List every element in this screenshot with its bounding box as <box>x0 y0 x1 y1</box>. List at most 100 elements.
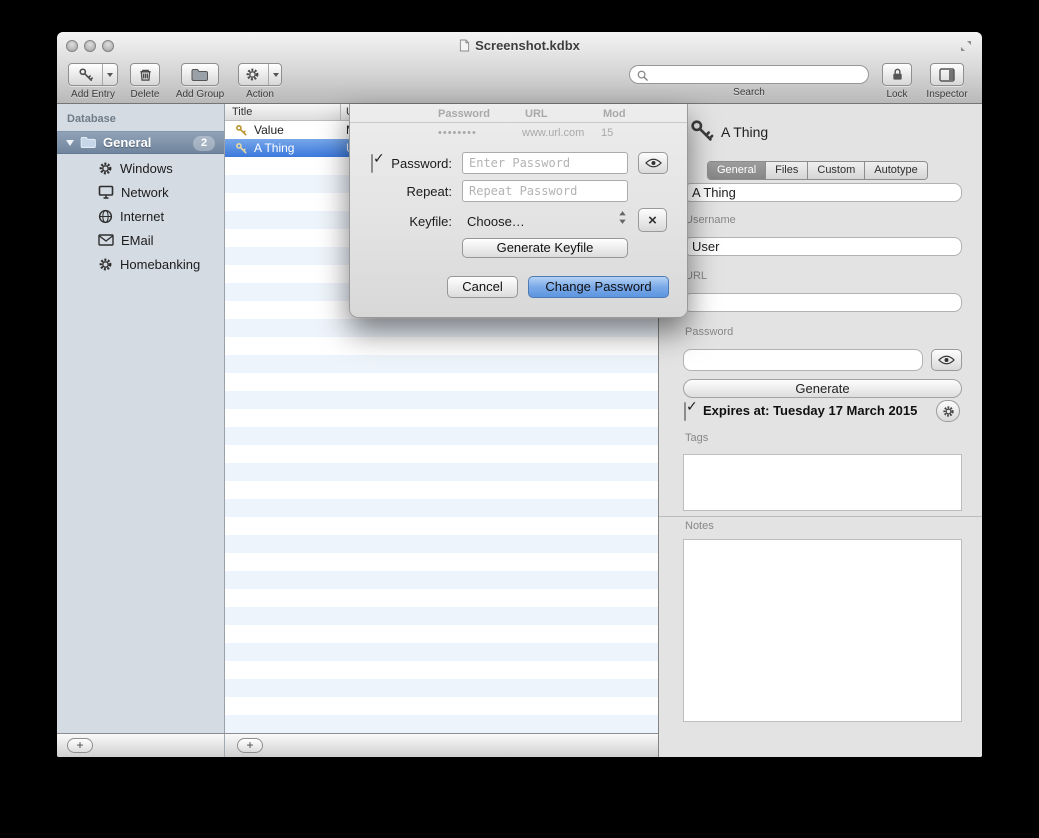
tab-files[interactable]: Files <box>765 162 807 179</box>
sidebar-item-label: Internet <box>120 209 164 224</box>
change-password-button[interactable]: Change Password <box>528 276 669 298</box>
gear-icon <box>245 67 260 82</box>
column-header-title[interactable]: Title <box>232 106 252 118</box>
add-entry-plus-button[interactable]: + <box>237 738 263 753</box>
sidebar-item-label: EMail <box>121 233 154 248</box>
ghost-column-password: Password <box>438 108 490 120</box>
envelope-icon <box>98 234 114 246</box>
globe-icon <box>98 209 113 224</box>
tab-general[interactable]: General <box>708 162 765 179</box>
bottom-bar: + + <box>57 733 658 757</box>
ghost-header-divider <box>350 122 687 123</box>
add-entry-dropdown[interactable] <box>102 64 117 85</box>
password-field[interactable] <box>683 349 923 371</box>
document-icon <box>459 39 470 52</box>
section-divider <box>659 516 982 517</box>
key-icon <box>235 124 248 137</box>
sidebar: Database General 2 Windows Network Inter… <box>57 104 225 733</box>
expires-options-button[interactable] <box>936 400 960 422</box>
title-field[interactable] <box>683 183 962 202</box>
generate-password-button[interactable]: Generate <box>683 379 962 398</box>
gear-icon <box>942 405 955 418</box>
cancel-button[interactable]: Cancel <box>447 276 518 298</box>
add-group-button[interactable] <box>181 63 219 86</box>
search-input[interactable] <box>652 67 862 82</box>
inspector-label: Inspector <box>923 89 971 100</box>
username-field[interactable] <box>683 237 962 256</box>
eye-icon <box>645 158 662 168</box>
generate-keyfile-button[interactable]: Generate Keyfile <box>462 238 628 258</box>
clear-keyfile-button[interactable]: × <box>638 208 667 232</box>
delete-label: Delete <box>127 89 163 100</box>
window-chrome: Screenshot.kdbx Add Entry Delete Add Gro… <box>57 32 982 104</box>
reveal-password-button[interactable] <box>931 349 962 371</box>
tags-label: Tags <box>685 432 708 444</box>
minimize-button[interactable] <box>84 40 96 52</box>
folder-icon <box>191 68 209 82</box>
toolbar-item-action: Action <box>237 63 283 100</box>
sidebar-group-general[interactable]: General 2 <box>57 131 224 154</box>
expires-label: Expires at: Tuesday 17 March 2015 <box>703 403 917 418</box>
gear-icon <box>98 257 113 272</box>
column-divider[interactable] <box>340 104 341 121</box>
display-icon <box>98 185 114 199</box>
chevron-down-icon <box>107 73 113 77</box>
entry-title: A Thing <box>254 141 294 155</box>
sidebar-item-network[interactable]: Network <box>57 180 224 204</box>
zoom-button[interactable] <box>102 40 114 52</box>
add-entry-button[interactable] <box>68 63 118 86</box>
tab-autotype[interactable]: Autotype <box>864 162 926 179</box>
delete-button[interactable] <box>130 63 160 86</box>
disclosure-triangle-icon[interactable] <box>66 140 74 146</box>
key-icon <box>689 118 715 144</box>
window-title: Screenshot.kdbx <box>475 38 580 53</box>
url-label: URL <box>685 270 707 282</box>
sidebar-item-internet[interactable]: Internet <box>57 204 224 228</box>
folder-icon <box>80 136 97 149</box>
add-group-plus-button[interactable]: + <box>67 738 93 753</box>
key-icon <box>78 67 94 83</box>
search-icon <box>636 69 649 82</box>
ghost-url-value: www.url.com <box>522 127 584 139</box>
reveal-password-button[interactable] <box>638 152 668 174</box>
action-dropdown[interactable] <box>268 64 283 85</box>
inspector-panel-icon <box>939 68 955 82</box>
sidebar-item-windows[interactable]: Windows <box>57 156 224 180</box>
sidebar-item-email[interactable]: EMail <box>57 228 224 252</box>
ghost-password-value: •••••••• <box>438 127 477 139</box>
app-window: Screenshot.kdbx Add Entry Delete Add Gro… <box>57 32 982 757</box>
change-password-sheet: Password URL Mod •••••••• www.url.com 15… <box>349 104 688 318</box>
window-title-group: Screenshot.kdbx <box>459 38 580 53</box>
expires-checkbox[interactable] <box>684 402 686 421</box>
search-field[interactable] <box>629 65 869 84</box>
sidebar-item-label: Network <box>121 185 169 200</box>
fullscreen-icon[interactable] <box>960 40 972 52</box>
tab-custom[interactable]: Custom <box>807 162 864 179</box>
entry-title: Value <box>254 123 284 137</box>
action-button[interactable] <box>238 63 282 86</box>
chevron-down-icon <box>273 73 279 77</box>
username-label: Username <box>685 214 736 226</box>
inspector-button[interactable] <box>930 63 964 86</box>
keyfile-popup[interactable]: Choose… <box>467 214 525 229</box>
sidebar-item-homebanking[interactable]: Homebanking <box>57 252 224 276</box>
ghost-column-url: URL <box>525 108 548 120</box>
ghost-modified-value: 15 <box>601 127 613 139</box>
lock-button[interactable] <box>882 63 912 86</box>
password-label: Password <box>685 326 733 338</box>
tags-field[interactable] <box>683 454 962 511</box>
pane-divider <box>224 734 225 757</box>
url-field[interactable] <box>683 293 962 312</box>
stepper-icon[interactable] <box>618 210 627 225</box>
sheet-keyfile-label: Keyfile: <box>380 214 452 229</box>
new-password-input[interactable] <box>462 152 628 174</box>
sheet-password-label: Password: <box>380 156 452 171</box>
notes-label: Notes <box>685 520 714 532</box>
inspector-entry-title: A Thing <box>721 124 768 140</box>
enable-password-checkbox[interactable] <box>371 154 373 173</box>
entry-count-badge: 2 <box>193 136 215 151</box>
add-entry-label: Add Entry <box>63 89 123 100</box>
close-button[interactable] <box>66 40 78 52</box>
repeat-password-input[interactable] <box>462 180 628 202</box>
notes-field[interactable] <box>683 539 962 722</box>
